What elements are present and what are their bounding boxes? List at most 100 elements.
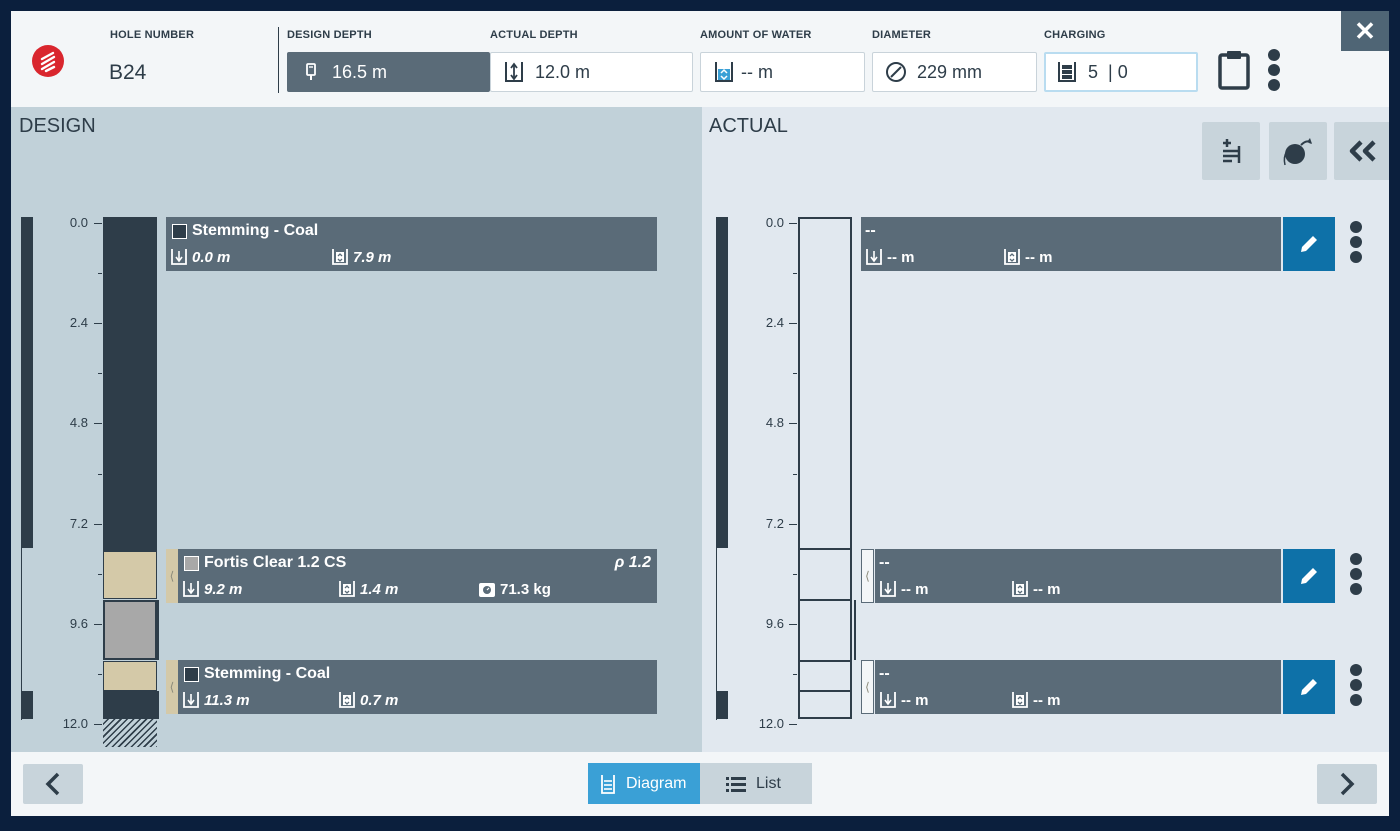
depth-icon [183, 692, 199, 708]
pencil-icon [1301, 568, 1317, 584]
collapse-button[interactable] [1334, 122, 1389, 180]
design-deck-2[interactable]: Fortis Clear 1.2 CS ρ 1.2 9.2 m 1.4 m 71… [178, 549, 657, 603]
next-hole-button[interactable] [1317, 764, 1377, 804]
deck-2-more-icon[interactable] [1350, 553, 1362, 598]
chevron-left-icon [45, 772, 60, 796]
deck-color-swatch [184, 556, 199, 571]
depth-icon [880, 692, 896, 708]
charging-field[interactable]: 5 | 0 [1044, 52, 1198, 92]
edit-deck-2-button[interactable] [1283, 549, 1335, 603]
scale-tick [793, 673, 797, 675]
deck-density: ρ 1.2 [614, 554, 651, 571]
scale-tick [98, 373, 102, 375]
design-scale-0: 0.0 [69, 215, 88, 230]
water-icon [713, 61, 735, 83]
hole-number-value: B24 [109, 61, 147, 84]
edit-deck-1-button[interactable] [1283, 217, 1335, 271]
scale-tick [98, 673, 102, 675]
deck-depth: 9.2 m [204, 580, 243, 598]
deck-depth: 11.3 m [204, 691, 250, 709]
deck-handle[interactable]: ⟨ [861, 660, 874, 714]
water-label: AMOUNT OF WATER [700, 29, 812, 41]
design-column-product [103, 600, 157, 660]
design-depth-field[interactable]: 16.5 m [287, 52, 490, 92]
design-deck-3[interactable]: Stemming - Coal 11.3 m 0.7 m [178, 660, 657, 714]
design-deck-1[interactable]: Stemming - Coal 0.0 m 7.9 m [166, 217, 657, 271]
scale-tick [789, 423, 797, 425]
design-column-stemming-top [103, 217, 157, 548]
scale-tick [789, 223, 797, 224]
primer-button[interactable] [1269, 122, 1327, 180]
footer: Diagram List [11, 752, 1389, 816]
length-icon [1012, 581, 1028, 597]
actual-deck-2[interactable]: -- -- m -- m [875, 549, 1281, 603]
deck-name: -- [879, 665, 890, 682]
design-water-bar [21, 217, 33, 548]
design-scale-4: 9.6 [69, 616, 88, 631]
header-divider [278, 27, 279, 93]
actual-deck-1[interactable]: -- -- m -- m [861, 217, 1281, 271]
deck-length: -- m [1033, 580, 1061, 598]
deck-name: Fortis Clear 1.2 CS [204, 554, 347, 571]
scale-tick [94, 724, 102, 725]
clipboard-icon[interactable] [1217, 49, 1251, 91]
edit-deck-3-button[interactable] [1283, 660, 1335, 714]
water-field[interactable]: -- m [700, 52, 865, 92]
header-more-icon[interactable] [1268, 49, 1280, 94]
length-icon [332, 249, 348, 265]
scale-tick [793, 573, 797, 575]
list-tab-label: List [756, 774, 781, 792]
add-deck-icon [1223, 139, 1241, 163]
length-icon [339, 692, 355, 708]
depth-icon [880, 581, 896, 597]
length-icon [1004, 249, 1020, 265]
water-value: -- m [741, 61, 773, 82]
diameter-label: DIAMETER [872, 29, 932, 41]
add-deck-button[interactable] [1202, 122, 1260, 180]
design-depth-label: DESIGN DEPTH [287, 29, 372, 41]
deck-handle[interactable]: ⟨ [861, 549, 874, 603]
actual-deck-3[interactable]: -- -- m -- m [875, 660, 1281, 714]
deck-1-more-icon[interactable] [1350, 221, 1362, 266]
design-column-stemming-low [103, 661, 157, 691]
design-scale-3: 7.2 [69, 516, 88, 531]
deck-length: 7.9 m [353, 248, 392, 266]
scale-tick [793, 273, 797, 275]
scale-tick [94, 223, 102, 224]
deck-handle[interactable]: ⟨ [166, 549, 178, 603]
previous-hole-button[interactable] [23, 764, 83, 804]
design-column-stemming-mid [103, 551, 157, 599]
diagram-icon [601, 774, 615, 794]
charging-value: 5 | 0 [1088, 61, 1128, 82]
deck-3-more-icon[interactable] [1350, 664, 1362, 709]
scale-tick [94, 523, 102, 525]
drill-bit-icon [300, 61, 322, 83]
pencil-icon [1301, 679, 1317, 695]
scale-tick [98, 273, 102, 275]
actual-column [798, 217, 852, 719]
deck-length: -- m [1033, 691, 1061, 709]
depth-icon [183, 581, 199, 597]
length-icon [1012, 692, 1028, 708]
deck-name: -- [879, 554, 890, 571]
diagram-tab[interactable]: Diagram [588, 763, 700, 804]
length-icon [339, 581, 355, 597]
design-scale-5: 12.0 [62, 716, 88, 731]
scale-tick [789, 724, 797, 725]
scale-tick [98, 573, 102, 575]
close-button[interactable]: ✕ [1341, 11, 1389, 51]
list-tab[interactable]: List [700, 763, 812, 804]
deck-handle[interactable]: ⟨ [166, 660, 178, 714]
design-depth-value: 16.5 m [332, 61, 388, 82]
diameter-field[interactable]: 229 mm [872, 52, 1037, 92]
deck-name: Stemming - Coal [204, 665, 331, 682]
actual-scale-1: 2.4 [765, 315, 784, 330]
actual-depth-field[interactable]: 12.0 m [490, 52, 693, 92]
deck-length: -- m [1025, 248, 1053, 266]
actual-title: ACTUAL [709, 115, 788, 137]
deck-depth: -- m [901, 580, 929, 598]
scale-tick [94, 423, 102, 425]
pencil-icon [1301, 236, 1317, 252]
scale-tick [793, 473, 797, 475]
deck-mass: 71.3 kg [500, 580, 551, 598]
